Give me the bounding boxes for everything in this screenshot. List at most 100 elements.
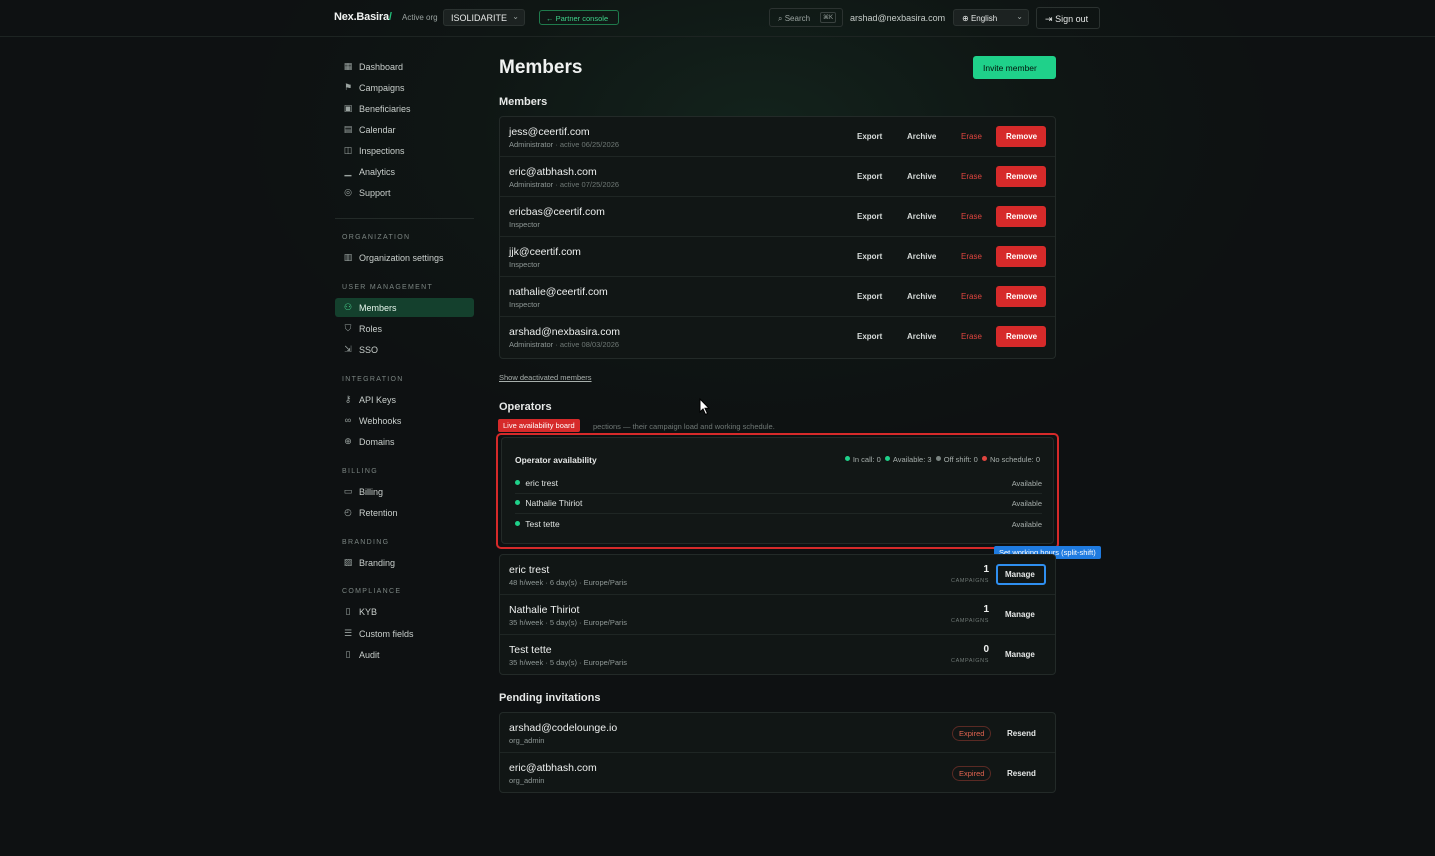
remove-button[interactable]: Remove [996,246,1046,267]
remove-button[interactable]: Remove [996,126,1046,147]
manage-button[interactable]: Manage [996,564,1046,585]
section-label-integration: INTEGRATION [342,376,404,383]
search-icon: ⌕ [778,14,783,23]
section-label-branding: BRANDING [342,539,390,546]
partner-console-button[interactable]: ← Partner console [539,10,619,25]
sidebar-item-campaigns[interactable]: ⚑ Campaigns [335,78,474,97]
campaign-count: 0 [983,644,989,655]
sidebar-item-sso[interactable]: ⇲ SSO [335,340,474,359]
invite-member-button[interactable]: Invite member [973,56,1056,79]
erase-button[interactable]: Erase [961,172,982,181]
invitation-row: arshad@codelounge.io org_admin Expired R… [500,713,1055,753]
brand-logo[interactable]: Nex.Basira/ [334,11,392,23]
sidebar-divider [335,218,474,219]
sidebar-item-branding[interactable]: ▨ Branding [335,553,474,572]
operator-row: eric trest 48 h/week · 6 day(s) · Europe… [500,555,1055,595]
sidebar-item-webhooks[interactable]: ∞ Webhooks [335,411,474,430]
sidebar-item-analytics[interactable]: ▁ Analytics [335,162,474,181]
remove-button[interactable]: Remove [996,166,1046,187]
language-select[interactable]: ⊕ English ⌄ [953,9,1029,26]
resend-button[interactable]: Resend [1007,769,1036,778]
sidebar-item-custom-fields[interactable]: ☰ Custom fields [335,624,474,643]
member-meta: Inspector [509,220,540,229]
sidebar-item-kyb[interactable]: ▯ KYB [335,602,474,621]
erase-button[interactable]: Erase [961,132,982,141]
operator-row: Nathalie Thiriot 35 h/week · 5 day(s) · … [500,595,1055,635]
operators-table: eric trest 48 h/week · 6 day(s) · Europe… [499,554,1056,675]
sidebar-item-retention[interactable]: ◴ Retention [335,503,474,522]
available-dot-icon [884,456,890,461]
sidebar-item-billing[interactable]: ▭ Billing [335,482,474,501]
invitation-role: org_admin [509,776,545,785]
active-org-label: Active org [402,13,438,22]
sidebar-item-audit[interactable]: ▯ Audit [335,645,474,664]
archive-button[interactable]: Archive [907,292,936,301]
board-stats: In call: 0 Available: 3 Off shift: 0 No … [844,455,1040,464]
calendar-icon: ▤ [343,124,353,134]
erase-button[interactable]: Erase [961,332,982,341]
member-email: nathalie@ceertif.com [509,286,608,298]
sidebar-item-members[interactable]: ⚇ Members [335,298,474,317]
archive-button[interactable]: Archive [907,212,936,221]
member-meta: Inspector [509,260,540,269]
members-heading: Members [499,96,548,108]
globe-icon: ⊕ [344,436,352,446]
operators-heading: Operators [499,401,552,413]
manage-button[interactable]: Manage [996,604,1046,625]
sign-out-button[interactable]: ⇥ Sign out [1036,7,1100,29]
operator-meta: 35 h/week · 5 day(s) · Europe/Paris [509,618,627,627]
sidebar-item-organization-settings[interactable]: ▥ Organization settings [335,248,474,267]
export-button[interactable]: Export [857,332,882,341]
export-button[interactable]: Export [857,132,882,141]
document-icon: ▯ [345,649,351,659]
credit-card-icon: ▭ [343,486,353,496]
export-button[interactable]: Export [857,172,882,181]
archive-button[interactable]: Archive [907,172,936,181]
sidebar-item-roles[interactable]: ⛉ Roles [335,319,474,338]
archive-button[interactable]: Archive [907,332,936,341]
live-availability-badge: Live availability board [498,419,580,432]
sidebar-item-api-keys[interactable]: ⚷ API Keys [335,390,474,409]
sidebar-item-inspections[interactable]: ◫ Inspections [335,141,474,160]
section-label-user-management: USER MANAGEMENT [342,284,434,291]
campaign-count: 1 [983,604,989,615]
sidebar-item-calendar[interactable]: ▤ Calendar [335,120,474,139]
shortcut-kbd: ⌘K [819,12,836,23]
archive-button[interactable]: Archive [907,252,936,261]
operator-meta: 48 h/week · 6 day(s) · Europe/Paris [509,578,627,587]
member-meta: Inspector [509,300,540,309]
manage-button[interactable]: Manage [996,644,1046,665]
member-row: jjk@ceertif.com Inspector Export Archive… [500,237,1055,277]
board-operator-row: eric trest Available [515,474,1042,494]
erase-button[interactable]: Erase [961,252,982,261]
show-deactivated-link[interactable]: Show deactivated members [499,373,592,382]
operator-status: Available [1011,499,1042,508]
sidebar-item-beneficiaries[interactable]: ▣ Beneficiaries [335,99,474,118]
sidebar-item-support[interactable]: ◎ Support [335,183,474,202]
members-table: jess@ceertif.com Administrator · active … [499,116,1056,359]
erase-button[interactable]: Erase [961,292,982,301]
status-dot-icon [515,500,520,505]
remove-button[interactable]: Remove [996,206,1046,227]
off-shift-dot-icon [935,456,941,461]
remove-button[interactable]: Remove [996,326,1046,347]
export-button[interactable]: Export [857,252,882,261]
member-meta: Administrator · active 07/25/2026 [509,180,620,189]
status-dot-icon [515,480,520,485]
operator-status: Available [1011,479,1042,488]
remove-button[interactable]: Remove [996,286,1046,307]
camera-icon: ◫ [343,145,353,155]
archive-button[interactable]: Archive [907,132,936,141]
member-row: jess@ceertif.com Administrator · active … [500,117,1055,157]
export-button[interactable]: Export [857,212,882,221]
operator-meta: 35 h/week · 5 day(s) · Europe/Paris [509,658,627,667]
erase-button[interactable]: Erase [961,212,982,221]
org-select[interactable]: ISOLIDARITE ⌄ [443,9,525,26]
export-button[interactable]: Export [857,292,882,301]
operators-description: pections — their campaign load and worki… [593,422,775,431]
sidebar-item-domains[interactable]: ⊕ Domains [335,432,474,451]
link-icon: ∞ [344,415,352,425]
search-button[interactable]: ⌕ Search ⌘K [769,8,843,27]
sidebar-item-dashboard[interactable]: ▦ Dashboard [335,57,474,76]
resend-button[interactable]: Resend [1007,729,1036,738]
